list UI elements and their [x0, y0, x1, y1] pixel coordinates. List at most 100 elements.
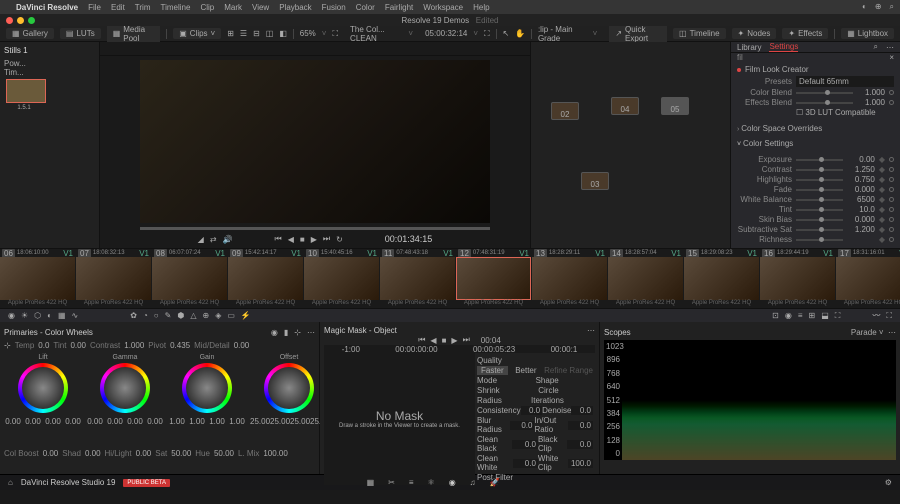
- keyframe-icon[interactable]: ◆: [879, 175, 885, 184]
- param-slider[interactable]: [796, 229, 843, 231]
- menu-color[interactable]: Color: [356, 3, 375, 12]
- page-fairlight-icon[interactable]: ♫: [470, 478, 476, 487]
- menu-timeline[interactable]: Timeline: [161, 3, 191, 12]
- menu-view[interactable]: View: [252, 3, 269, 12]
- status-icon[interactable]: ◐: [862, 2, 867, 12]
- reset-icon[interactable]: [889, 187, 894, 192]
- effects-toggle[interactable]: ✦ Effects: [782, 28, 828, 39]
- wheel-mode-icon[interactable]: ⊹: [294, 328, 301, 337]
- tool-icon[interactable]: ◉: [8, 311, 15, 320]
- wheel-mode-icon[interactable]: ◉: [271, 328, 278, 337]
- node-clip-label[interactable]: :lip - Main Grade: [538, 25, 587, 43]
- status-icon[interactable]: ⌕: [890, 2, 894, 12]
- node[interactable]: 05: [661, 97, 689, 115]
- keyframe-icon[interactable]: ◆: [879, 155, 885, 164]
- stills-tab[interactable]: Stills 1: [4, 46, 28, 55]
- color-wheel-gamma[interactable]: Gamma0.000.000.000.00: [86, 354, 164, 444]
- param-slider[interactable]: [796, 179, 843, 181]
- menu-app[interactable]: DaVinci Resolve: [16, 3, 78, 12]
- picker-icon[interactable]: ⊹: [4, 341, 11, 350]
- tool-icon[interactable]: ◐: [47, 311, 52, 320]
- reset-icon[interactable]: [889, 167, 894, 172]
- tab-library[interactable]: Library: [737, 43, 761, 52]
- node-graph[interactable]: 02 04 05 03: [530, 42, 730, 248]
- lightbox-toggle[interactable]: ▦ Lightbox: [841, 28, 894, 39]
- viewer-scrubber[interactable]: [140, 227, 490, 230]
- loop-icon[interactable]: ↻: [336, 235, 343, 244]
- reset-icon[interactable]: [889, 217, 894, 222]
- reset-icon[interactable]: [889, 237, 894, 242]
- presets-dropdown[interactable]: Default 65mm: [796, 76, 894, 87]
- tool-icon[interactable]: ✿: [130, 311, 137, 320]
- tool-icon[interactable]: ▭: [227, 311, 235, 320]
- reset-icon[interactable]: [889, 100, 894, 105]
- tool-icon[interactable]: ⚡: [241, 311, 251, 320]
- tool-icon[interactable]: ∿: [72, 311, 79, 320]
- search-input[interactable]: fil: [737, 53, 743, 62]
- clip-thumbnail[interactable]: 0915:42:14:17V1Apple ProRes 422 HQ: [228, 249, 303, 308]
- param-slider[interactable]: [796, 209, 843, 211]
- mediapool-toggle[interactable]: ▦ Media Pool: [107, 24, 161, 44]
- param-slider[interactable]: [796, 159, 843, 161]
- view-icon[interactable]: ☰: [240, 29, 247, 38]
- clips-dropdown[interactable]: ▣ Clips ˅: [173, 28, 221, 39]
- timeline-toggle[interactable]: ◫ Timeline: [673, 28, 726, 39]
- reset-icon[interactable]: [889, 207, 894, 212]
- quality-better[interactable]: Better: [515, 366, 536, 375]
- tool-icon[interactable]: ⬢: [177, 311, 184, 320]
- expand-icon[interactable]: ⛶: [484, 29, 490, 39]
- tool-icon[interactable]: 〰: [872, 310, 880, 321]
- param-slider[interactable]: [796, 219, 843, 221]
- color-wheel-offset[interactable]: Offset25.0025.0025.0025.00: [250, 354, 328, 444]
- node[interactable]: 02: [551, 102, 579, 120]
- reset-icon[interactable]: [889, 227, 894, 232]
- clip-thumbnail[interactable]: 1418:28:57:04V1Apple ProRes 422 HQ: [608, 249, 683, 308]
- tool-icon[interactable]: ⬡: [34, 311, 41, 320]
- status-icon[interactable]: ⊕: [875, 2, 882, 12]
- menu-edit[interactable]: Edit: [111, 3, 125, 12]
- track-back-all-icon[interactable]: ⏮: [418, 335, 425, 345]
- reset-icon[interactable]: [889, 90, 894, 95]
- cursor-icon[interactable]: ↖: [502, 29, 509, 38]
- keyframe-icon[interactable]: ◆: [879, 215, 885, 224]
- param-slider[interactable]: [796, 189, 843, 191]
- zoom-level[interactable]: 65%: [300, 29, 316, 38]
- luts-toggle[interactable]: ▤ LUTs: [60, 28, 101, 39]
- tool-icon[interactable]: ◔: [143, 311, 148, 320]
- home-icon[interactable]: ⌂: [8, 478, 13, 487]
- page-color-icon[interactable]: ◉: [449, 478, 456, 487]
- clip-thumbnail[interactable]: 1318:28:29:11V1Apple ProRes 422 HQ: [532, 249, 607, 308]
- menu-help[interactable]: Help: [473, 3, 489, 12]
- keyframe-icon[interactable]: ◆: [879, 225, 885, 234]
- menu-fairlight[interactable]: Fairlight: [385, 3, 413, 12]
- tool-icon[interactable]: ○: [154, 311, 159, 320]
- node[interactable]: 04: [611, 97, 639, 115]
- gallery-toggle[interactable]: ▦ Gallery: [6, 28, 54, 39]
- clear-icon[interactable]: ×: [889, 53, 894, 62]
- scope-mode-dropdown[interactable]: Parade: [851, 328, 877, 337]
- menu-trim[interactable]: Trim: [135, 3, 151, 12]
- tool-icon[interactable]: ⊕: [202, 311, 209, 320]
- search-icon[interactable]: ⌕: [874, 42, 878, 52]
- clip-thumbnail[interactable]: 1207:48:31:19V1Apple ProRes 422 HQ: [456, 249, 531, 308]
- stop-icon[interactable]: ■: [300, 235, 305, 244]
- page-deliver-icon[interactable]: 🚀: [490, 478, 500, 487]
- page-fusion-icon[interactable]: ⚛: [428, 478, 435, 487]
- tab-settings[interactable]: Settings: [769, 42, 798, 52]
- tool-icon[interactable]: ⛶: [886, 311, 892, 321]
- quality-faster[interactable]: Faster: [477, 366, 508, 375]
- track-stop-icon[interactable]: ■: [442, 336, 447, 345]
- audio-icon[interactable]: 🔊: [223, 235, 233, 244]
- keyframe-icon[interactable]: ◆: [879, 235, 885, 244]
- viewer-image[interactable]: [140, 60, 490, 223]
- menu-icon[interactable]: ⋯: [886, 43, 894, 52]
- page-edit-icon[interactable]: ≡: [409, 478, 414, 487]
- color-wheel-lift[interactable]: Lift0.000.000.000.00: [4, 354, 82, 444]
- color-wheel-gain[interactable]: Gain1.001.001.001.00: [168, 354, 246, 444]
- track-fwd-all-icon[interactable]: ⏭: [463, 335, 470, 345]
- page-media-icon[interactable]: ▦: [367, 478, 375, 487]
- clip-name[interactable]: The Col... CLEAN: [350, 25, 402, 43]
- menu-icon[interactable]: ⋯: [307, 328, 315, 337]
- menu-mark[interactable]: Mark: [224, 3, 242, 12]
- param-slider[interactable]: [796, 169, 843, 171]
